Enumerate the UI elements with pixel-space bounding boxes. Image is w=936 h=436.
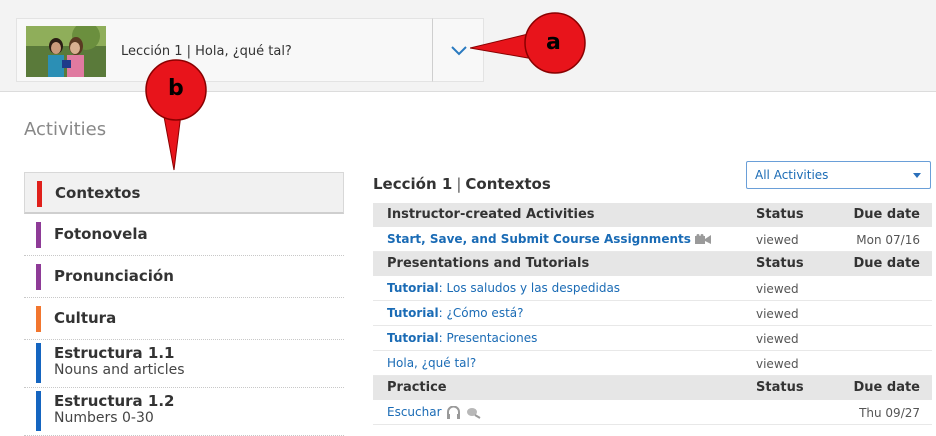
due-date-column-header: Due date: [853, 256, 921, 271]
sidebar-item-contextos[interactable]: Contextos: [24, 172, 344, 214]
section-color-bar: [36, 306, 41, 332]
section-color-bar: [37, 181, 42, 207]
activity-link[interactable]: Tutorial: Los saludos y las despedidas: [387, 281, 620, 295]
page-title: Activities: [24, 119, 107, 140]
sidebar-item-cultura[interactable]: Cultura: [24, 298, 344, 340]
activity-due-date: Mon 07/16: [856, 233, 920, 247]
headphones-icon: [446, 406, 460, 419]
activity-link[interactable]: Tutorial: Presentaciones: [387, 331, 537, 345]
chevron-down-icon: [451, 46, 467, 56]
activity-link[interactable]: Start, Save, and Submit Course Assignmen…: [387, 232, 711, 246]
table-row: Escuchar Thu 09/27: [373, 400, 932, 425]
group-title: Instructor-created Activities: [387, 207, 595, 222]
sidebar-item-fotonovela[interactable]: Fotonovela: [24, 214, 344, 256]
table-row: Tutorial: ¿Cómo está? viewed: [373, 301, 932, 326]
lesson-thumbnail: [26, 26, 106, 77]
activity-status: viewed: [756, 357, 799, 371]
sidebar-item-label: Estructura 1.2: [54, 392, 175, 410]
section-title-separator: |: [456, 175, 462, 193]
activity-table: Instructor-created Activities Status Due…: [373, 203, 932, 425]
activity-status: viewed: [756, 307, 799, 321]
table-row: Hola, ¿qué tal? viewed: [373, 351, 932, 376]
activity-status: viewed: [756, 282, 799, 296]
sidebar-item-label: Estructura 1.1: [54, 344, 175, 362]
sidebar-item-label: Pronunciación: [54, 267, 174, 285]
sidebar-item-estructura-1-1[interactable]: Estructura 1.1 Nouns and articles: [24, 340, 344, 388]
status-column-header: Status: [756, 207, 804, 222]
table-row: Tutorial: Los saludos y las despedidas v…: [373, 276, 932, 301]
sidebar-item-estructura-1-2[interactable]: Estructura 1.2 Numbers 0-30: [24, 388, 344, 436]
activity-status: viewed: [756, 233, 799, 247]
group-header-row: Instructor-created Activities Status Due…: [373, 203, 932, 227]
callout-b-label: b: [168, 76, 184, 101]
section-title-name: Contextos: [465, 175, 551, 193]
sidebar-item-pronunciacion[interactable]: Pronunciación: [24, 256, 344, 298]
activity-status: viewed: [756, 332, 799, 346]
group-title: Presentations and Tutorials: [387, 256, 590, 271]
section-color-bar: [36, 264, 41, 290]
sidebar-item-label: Cultura: [54, 309, 117, 327]
sidebar-item-label: Fotonovela: [54, 225, 148, 243]
callout-a-label: a: [546, 30, 561, 55]
table-row: Tutorial: Presentaciones viewed: [373, 326, 932, 351]
callout-b-marker: [145, 59, 207, 171]
activity-due-date: Thu 09/27: [859, 406, 920, 420]
group-header-row: Practice Status Due date: [373, 376, 932, 400]
sidebar-item-sublabel: Numbers 0-30: [54, 410, 154, 426]
callout-a-marker: [470, 12, 586, 74]
activity-link[interactable]: Tutorial: ¿Cómo está?: [387, 306, 524, 320]
status-column-header: Status: [756, 380, 804, 395]
group-title: Practice: [387, 380, 447, 395]
section-color-bar: [36, 222, 41, 248]
filter-selected-value: All Activities: [755, 168, 829, 182]
sidebar-item-label: Contextos: [55, 184, 141, 202]
section-title-lesson: Lección 1: [373, 175, 453, 193]
activity-link[interactable]: Escuchar: [387, 405, 481, 419]
microphone-icon: [466, 408, 481, 419]
section-sidebar: Contextos Fotonovela Pronunciación Cultu…: [24, 172, 344, 436]
caret-down-icon: [913, 173, 921, 178]
group-header-row: Presentations and Tutorials Status Due d…: [373, 252, 932, 276]
section-title: Lección 1 | Contextos: [373, 175, 551, 193]
section-color-bar: [36, 391, 41, 431]
table-row: Start, Save, and Submit Course Assignmen…: [373, 227, 932, 252]
sidebar-item-sublabel: Nouns and articles: [54, 362, 185, 378]
due-date-column-header: Due date: [853, 207, 921, 222]
activity-link[interactable]: Hola, ¿qué tal?: [387, 356, 476, 370]
status-column-header: Status: [756, 256, 804, 271]
video-camera-icon: [694, 234, 711, 244]
due-date-column-header: Due date: [853, 380, 921, 395]
activity-filter-select[interactable]: All Activities: [746, 161, 931, 189]
section-color-bar: [36, 343, 41, 383]
lesson-selector[interactable]: Lección 1 | Hola, ¿qué tal?: [16, 18, 433, 82]
